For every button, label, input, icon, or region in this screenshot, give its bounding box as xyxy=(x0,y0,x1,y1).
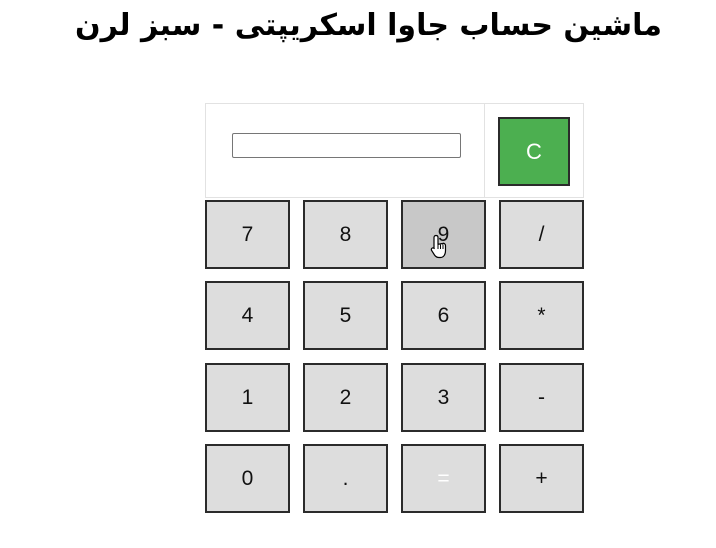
page-title: ماشین حساب جاوا اسکریپتی - سبز لرن xyxy=(74,8,662,43)
calculator: C 7 8 9 / 4 5 6 * 1 2 3 - 0 . = + xyxy=(205,103,584,513)
key-subtract[interactable]: - xyxy=(499,363,584,432)
key-5[interactable]: 5 xyxy=(303,281,388,350)
key-decimal[interactable]: . xyxy=(303,444,388,513)
result-display-input[interactable] xyxy=(232,133,461,158)
key-0[interactable]: 0 xyxy=(205,444,290,513)
key-divide[interactable]: / xyxy=(499,200,584,269)
key-9[interactable]: 9 xyxy=(401,200,486,269)
key-6[interactable]: 6 xyxy=(401,281,486,350)
key-7[interactable]: 7 xyxy=(205,200,290,269)
display-cell xyxy=(205,103,485,198)
key-2[interactable]: 2 xyxy=(303,363,388,432)
key-multiply[interactable]: * xyxy=(499,281,584,350)
key-equals[interactable]: = xyxy=(401,444,486,513)
clear-cell: C xyxy=(485,103,584,198)
key-4[interactable]: 4 xyxy=(205,281,290,350)
key-3[interactable]: 3 xyxy=(401,363,486,432)
key-add[interactable]: + xyxy=(499,444,584,513)
clear-button[interactable]: C xyxy=(498,117,570,186)
key-1[interactable]: 1 xyxy=(205,363,290,432)
key-8[interactable]: 8 xyxy=(303,200,388,269)
page: ماشین حساب جاوا اسکریپتی - سبز لرن C 7 8… xyxy=(0,0,716,548)
